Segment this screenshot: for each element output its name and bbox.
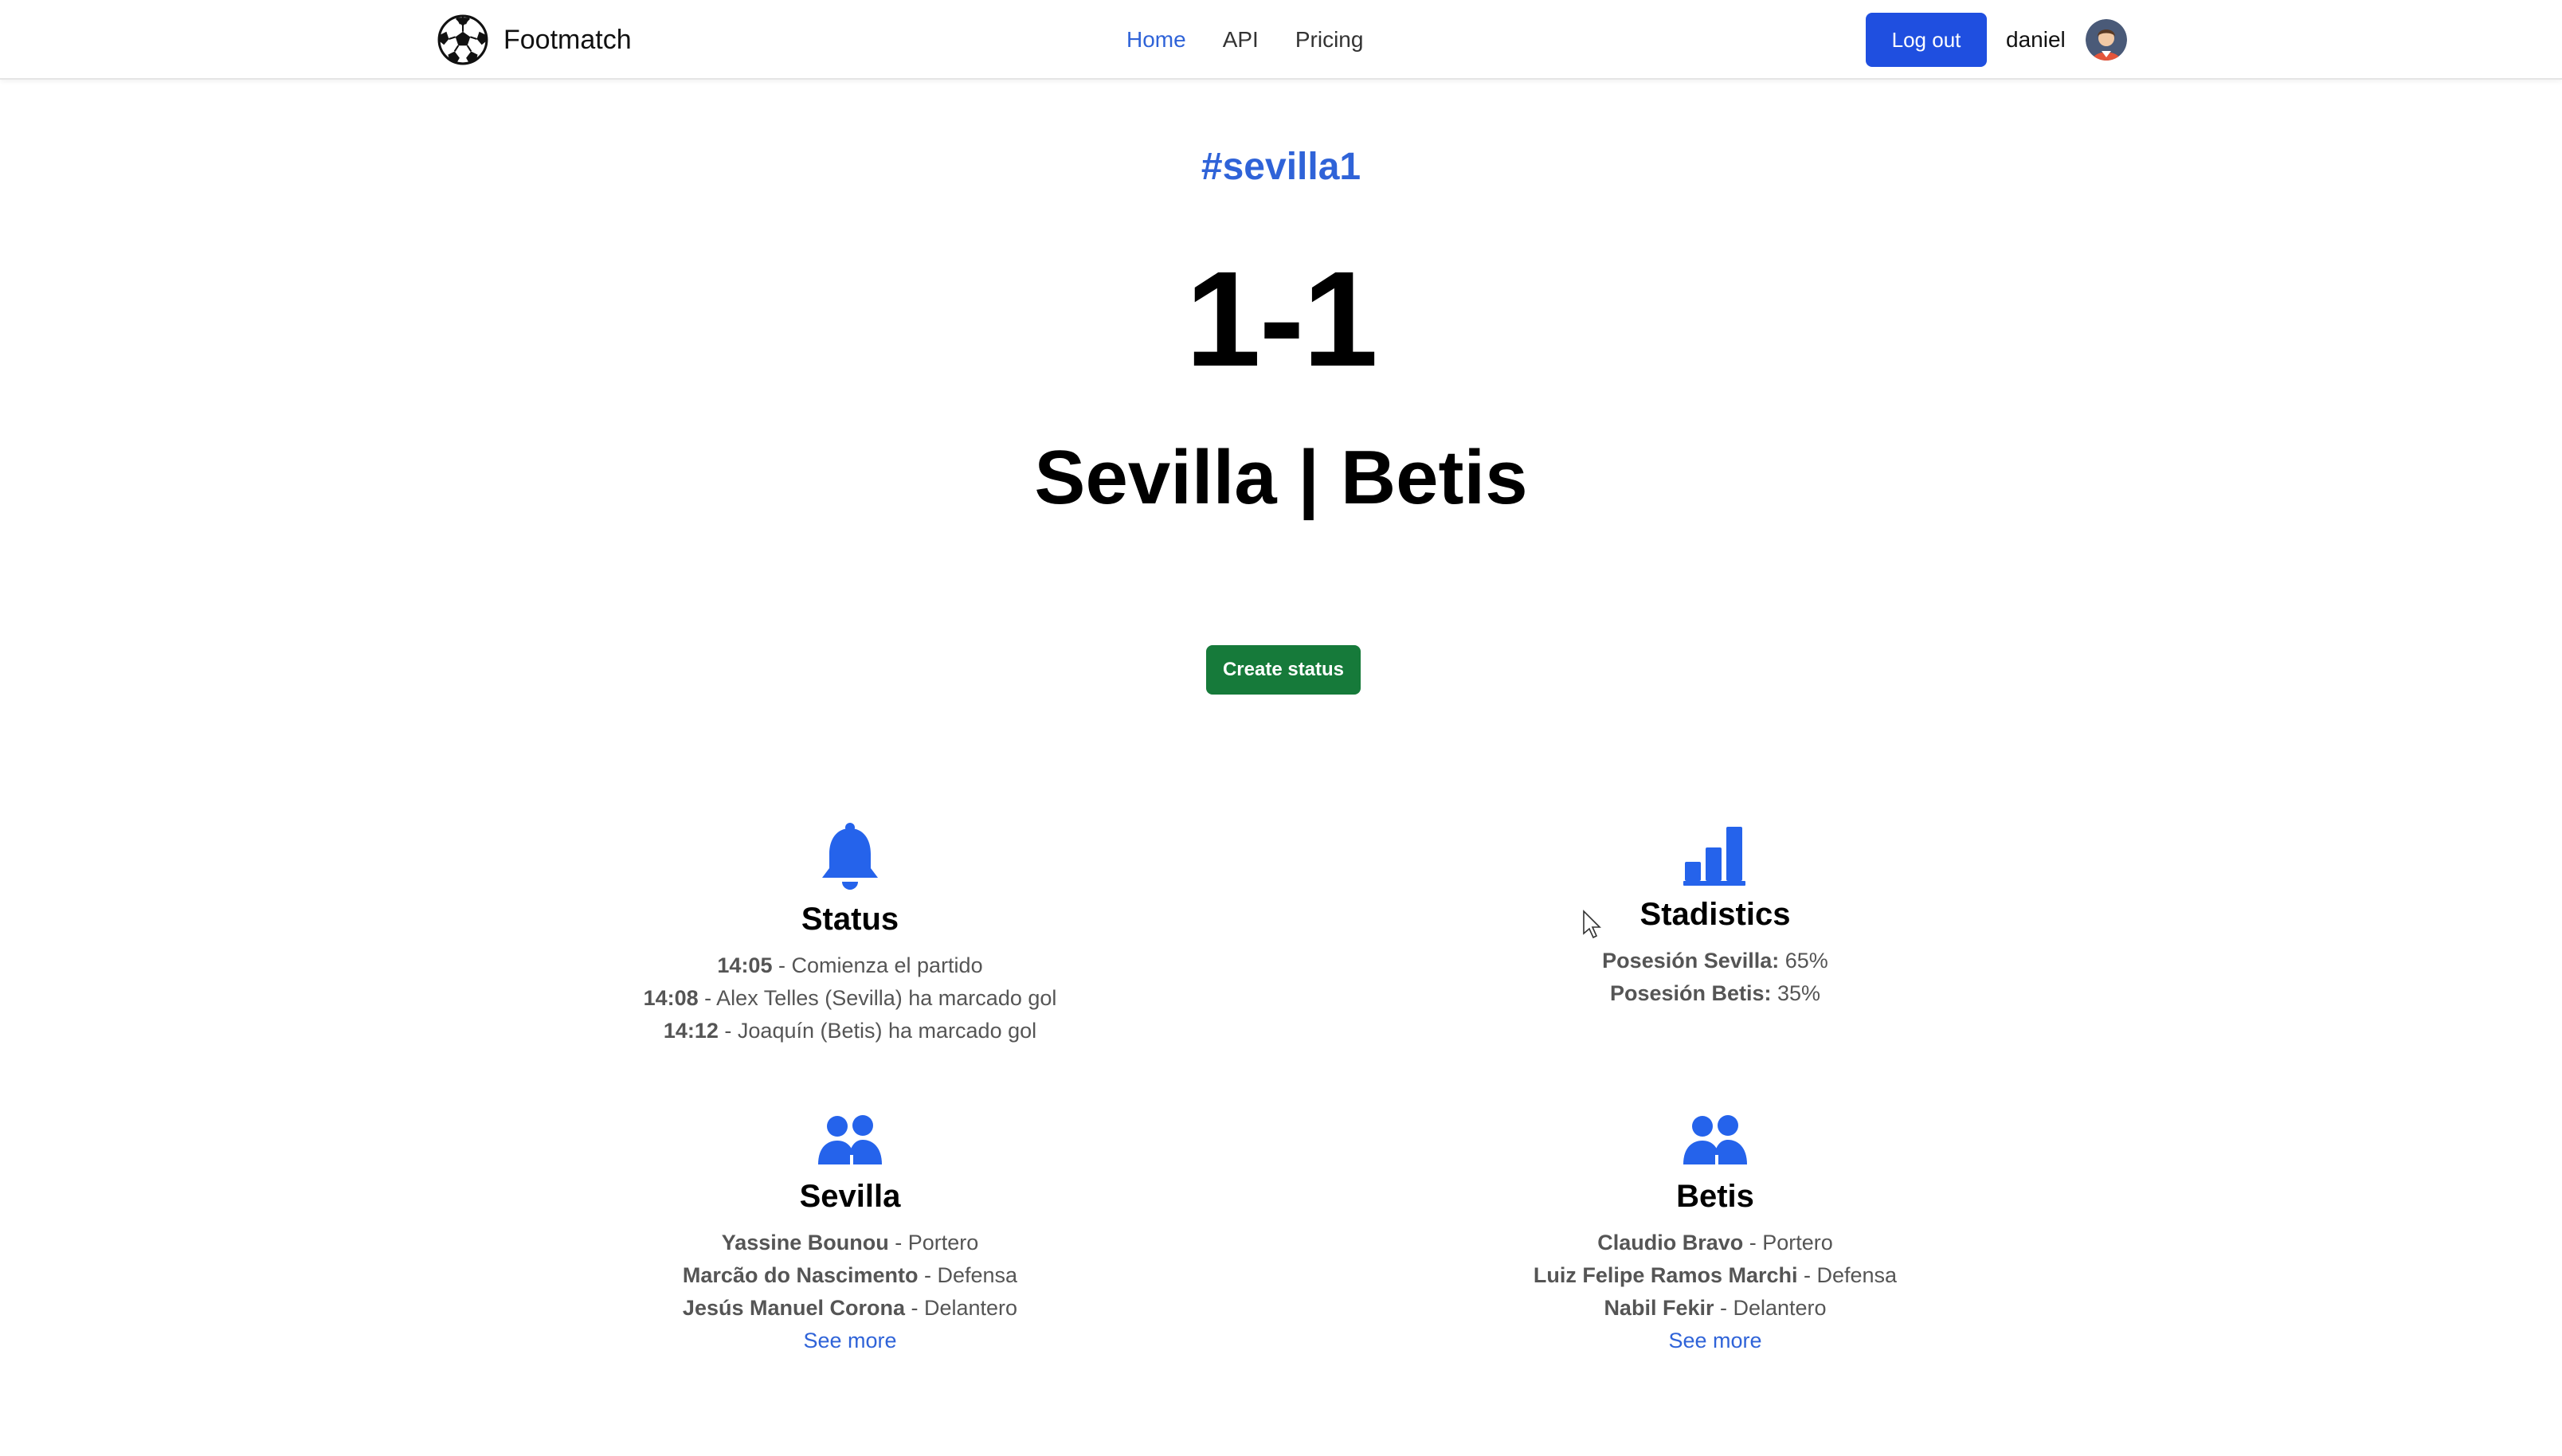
status-text: - Comienza el partido [772,953,983,977]
stat-label: Posesión Betis: [1609,981,1772,1005]
player-item: Luiz Felipe Ramos Marchi - Defensa [1357,1259,2074,1292]
username: daniel [2006,27,2066,52]
status-text: - Alex Telles (Sevilla) ha marcado gol [698,986,1057,1010]
player-name: Claudio Bravo [1597,1231,1744,1254]
brand[interactable]: Footmatch [437,13,632,67]
nav-link-home[interactable]: Home [1126,24,1186,56]
sevilla-title: Sevilla [799,1179,901,1214]
statistics-list: Posesión Sevilla: 65% Posesión Betis: 35… [1357,945,2074,1010]
nav-link-api[interactable]: API [1223,24,1259,56]
player-item: Nabil Fekir - Delantero [1357,1292,2074,1325]
status-list: 14:05 - Comienza el partido 14:08 - Alex… [492,949,1209,1047]
status-item: 14:08 - Alex Telles (Sevilla) ha marcado… [492,982,1209,1015]
create-status-button[interactable]: Create status [1206,645,1361,695]
sevilla-see-more-link[interactable]: See more [803,1325,896,1357]
player-item: Marcão do Nascimento - Defensa [492,1259,1209,1292]
navbar: Footmatch Home API Pricing Log out danie… [0,0,2562,80]
nav-link-pricing[interactable]: Pricing [1295,24,1364,56]
betis-player-list: Claudio Bravo - Portero Luiz Felipe Ramo… [1357,1227,2074,1357]
stat-item: Posesión Sevilla: 65% [1357,945,2074,977]
player-name: Marcão do Nascimento [682,1263,919,1287]
statistics-card: Stadistics Posesión Sevilla: 65% Posesió… [1357,822,2074,1010]
match-score: 1-1 [1185,244,1378,395]
match-teams: Sevilla | Betis [1034,435,1528,520]
stat-item: Posesión Betis: 35% [1357,977,2074,1010]
status-title: Status [801,902,899,937]
status-time: 14:08 [643,986,699,1010]
player-name: Jesús Manuel Corona [682,1296,905,1320]
player-role: - Delantero [1714,1296,1827,1320]
people-icon [818,1115,882,1164]
player-item: Claudio Bravo - Portero [1357,1227,2074,1259]
avatar[interactable] [2086,19,2127,61]
logout-button[interactable]: Log out [1866,13,1987,67]
soccer-ball-icon [437,14,488,65]
stat-value: 35% [1771,981,1821,1005]
brand-name: Footmatch [503,24,632,55]
player-role: - Defensa [918,1263,1018,1287]
main-nav: Home API Pricing [1126,24,1400,56]
player-item: Jesús Manuel Corona - Delantero [492,1292,1209,1325]
people-icon [1683,1115,1747,1164]
betis-title: Betis [1676,1179,1754,1214]
stat-label: Posesión Sevilla: [1602,949,1780,973]
bar-chart-icon [1683,827,1745,886]
bell-icon [822,823,878,890]
stat-value: 65% [1779,949,1828,973]
player-role: - Delantero [905,1296,1018,1320]
status-card: Status 14:05 - Comienza el partido 14:08… [492,822,1209,1047]
player-item: Yassine Bounou - Portero [492,1227,1209,1259]
betis-team-card: Betis Claudio Bravo - Portero Luiz Felip… [1357,1115,2074,1357]
statistics-title: Stadistics [1639,897,1791,932]
player-role: - Portero [1743,1231,1833,1254]
player-name: Nabil Fekir [1604,1296,1714,1320]
mouse-cursor-icon [1583,910,1601,939]
player-name: Yassine Bounou [721,1231,889,1254]
sevilla-player-list: Yassine Bounou - Portero Marcão do Nasci… [492,1227,1209,1357]
status-item: 14:12 - Joaquín (Betis) ha marcado gol [492,1015,1209,1047]
sevilla-team-card: Sevilla Yassine Bounou - Portero Marcão … [492,1115,1209,1357]
player-role: - Defensa [1797,1263,1898,1287]
status-time: 14:12 [663,1019,719,1043]
status-text: - Joaquín (Betis) ha marcado gol [718,1019,1037,1043]
betis-see-more-link[interactable]: See more [1668,1325,1761,1357]
user-avatar-icon [2086,19,2127,61]
player-role: - Portero [888,1231,979,1254]
status-time: 14:05 [717,953,773,977]
match-hashtag: #sevilla1 [1201,146,1361,188]
player-name: Luiz Felipe Ramos Marchi [1533,1263,1798,1287]
status-item: 14:05 - Comienza el partido [492,949,1209,982]
